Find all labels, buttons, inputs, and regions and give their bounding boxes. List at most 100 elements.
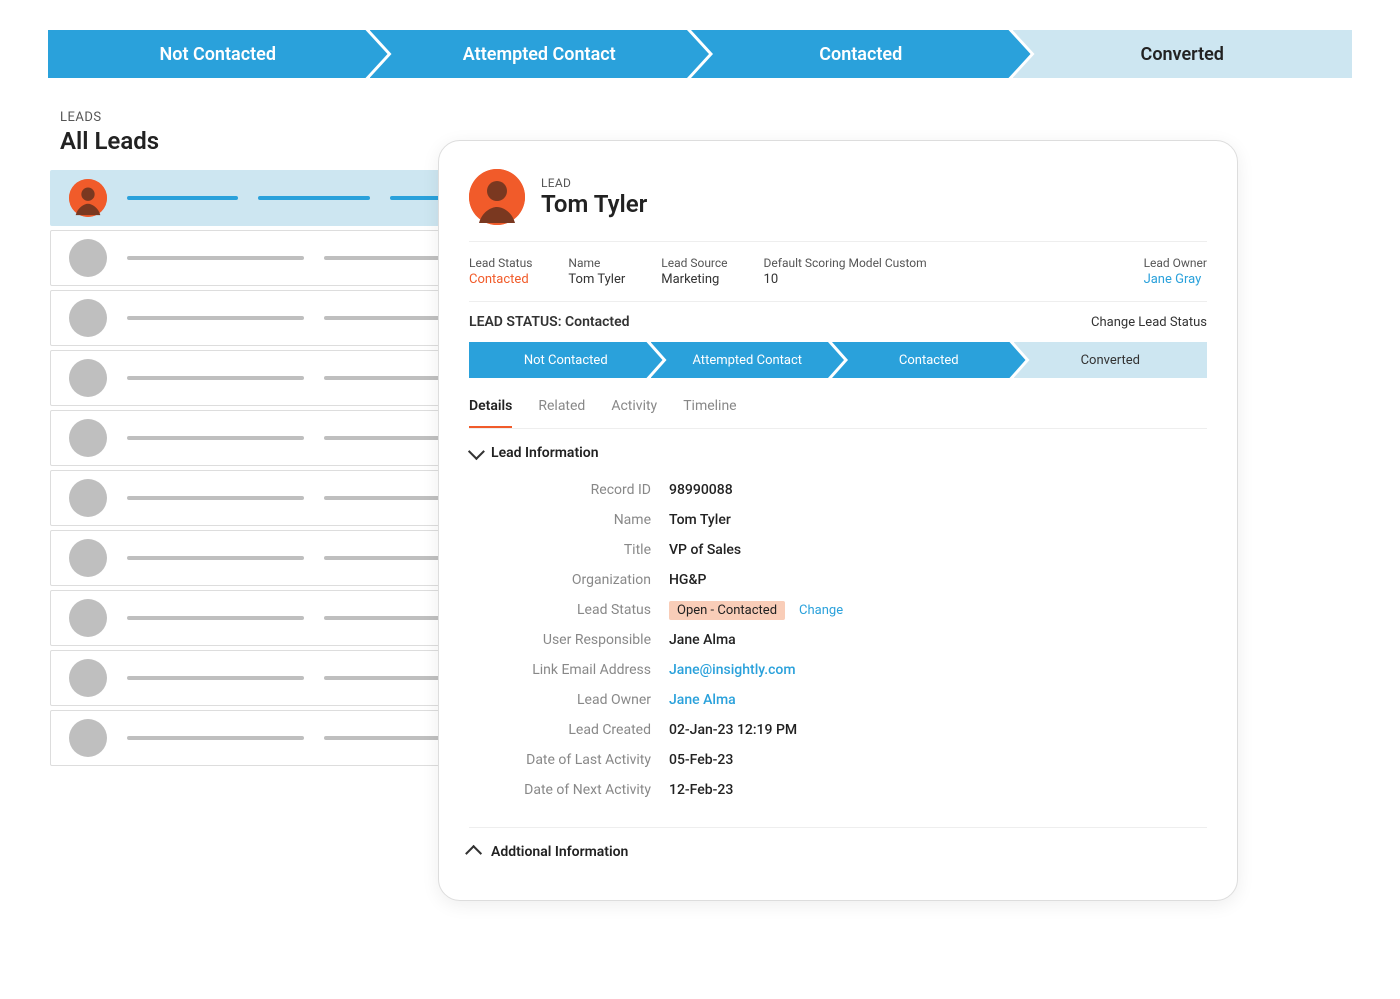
info-lead-owner: Lead Owner Jane Alma: [469, 685, 1207, 715]
info-label: Record ID: [469, 482, 669, 498]
leads-header: LEADS All Leads: [60, 110, 159, 155]
section-title: Addtional Information: [491, 844, 628, 860]
summary-value: 10: [764, 272, 927, 287]
chevron-down-icon: [468, 443, 485, 460]
info-title: Title VP of Sales: [469, 535, 1207, 565]
info-value: VP of Sales: [669, 542, 741, 558]
info-label: Link Email Address: [469, 662, 669, 678]
card-header: LEAD Tom Tyler: [469, 169, 1207, 242]
mini-stage-contacted[interactable]: Contacted: [832, 342, 1026, 378]
info-value: 12-Feb-23: [669, 782, 733, 798]
summary-lead-owner: Lead Owner Jane Gray: [1144, 256, 1207, 287]
info-label: Date of Next Activity: [469, 782, 669, 798]
skeleton-line: [127, 736, 304, 740]
leads-title: All Leads: [60, 127, 159, 155]
pipeline-stage-contacted[interactable]: Contacted: [691, 30, 1031, 78]
summary-value: Tom Tyler: [568, 272, 625, 287]
skeleton-line: [127, 316, 304, 320]
section-lead-information[interactable]: Lead Information: [469, 429, 1207, 471]
status-badge: Open - Contacted: [669, 601, 785, 620]
info-value: 02-Jan-23 12:19 PM: [669, 722, 797, 738]
avatar: [69, 479, 107, 517]
summary-value: Contacted: [469, 272, 532, 287]
info-value: 98990088: [669, 482, 733, 498]
avatar: [69, 359, 107, 397]
pipeline-top: Not Contacted Attempted Contact Contacte…: [48, 30, 1352, 78]
leads-eyebrow: LEADS: [60, 110, 159, 125]
summary-label: Lead Owner: [1144, 256, 1207, 270]
change-lead-status[interactable]: Change Lead Status: [1091, 315, 1207, 330]
summary-value: Marketing: [661, 272, 727, 287]
skeleton-line: [127, 616, 304, 620]
tab-activity[interactable]: Activity: [611, 386, 657, 428]
skeleton-line: [127, 256, 304, 260]
tabs: Details Related Activity Timeline: [469, 386, 1207, 429]
summary-lead-status: Lead Status Contacted: [469, 256, 532, 287]
info-lead-status: Lead Status Open - Contacted Change: [469, 595, 1207, 625]
info-value: Jane Alma: [669, 632, 736, 648]
info-name: Name Tom Tyler: [469, 505, 1207, 535]
chevron-up-icon: [465, 845, 482, 862]
avatar: [69, 719, 107, 757]
avatar: [69, 299, 107, 337]
summary-label: Lead Status: [469, 256, 532, 270]
skeleton-line: [127, 196, 238, 200]
info-value: 05-Feb-23: [669, 752, 733, 768]
info-label: Lead Status: [469, 602, 669, 618]
info-lead-created: Lead Created 02-Jan-23 12:19 PM: [469, 715, 1207, 745]
info-label: Date of Last Activity: [469, 752, 669, 768]
info-label: Lead Owner: [469, 692, 669, 708]
card-eyebrow: LEAD: [541, 176, 647, 190]
pipeline-stage-attempted-contact[interactable]: Attempted Contact: [370, 30, 710, 78]
info-label: Title: [469, 542, 669, 558]
info-label: Name: [469, 512, 669, 528]
skeleton-line: [258, 196, 369, 200]
info-organization: Organization HG&P: [469, 565, 1207, 595]
skeleton-line: [127, 496, 304, 500]
info-value-link[interactable]: Jane Alma: [669, 692, 736, 708]
avatar: [69, 419, 107, 457]
summary-row: Lead Status Contacted Name Tom Tyler Lea…: [469, 242, 1207, 302]
summary-label: Lead Source: [661, 256, 727, 270]
info-date-next-activity: Date of Next Activity 12-Feb-23: [469, 775, 1207, 805]
info-value: HG&P: [669, 572, 706, 588]
avatar: [69, 539, 107, 577]
info-label: Organization: [469, 572, 669, 588]
mini-stage-attempted-contact[interactable]: Attempted Contact: [651, 342, 845, 378]
pipeline-stage-not-contacted[interactable]: Not Contacted: [48, 30, 388, 78]
mini-pipeline: Not Contacted Attempted Contact Contacte…: [469, 342, 1207, 378]
section-additional-information[interactable]: Addtional Information: [469, 828, 1207, 870]
info-value: Tom Tyler: [669, 512, 731, 528]
skeleton-line: [127, 436, 304, 440]
mini-stage-converted[interactable]: Converted: [1014, 342, 1208, 378]
status-label: LEAD STATUS: Contacted: [469, 314, 630, 330]
lead-detail-card: LEAD Tom Tyler Lead Status Contacted Nam…: [438, 140, 1238, 901]
summary-label: Name: [568, 256, 625, 270]
avatar: [69, 599, 107, 637]
pipeline-stage-converted[interactable]: Converted: [1013, 30, 1353, 78]
info-date-last-activity: Date of Last Activity 05-Feb-23: [469, 745, 1207, 775]
info-link-email: Link Email Address Jane@insightly.com: [469, 655, 1207, 685]
summary-value-link[interactable]: Jane Gray: [1144, 272, 1207, 287]
tab-timeline[interactable]: Timeline: [683, 386, 736, 428]
skeleton-line: [127, 676, 304, 680]
info-label: User Responsible: [469, 632, 669, 648]
summary-lead-source: Lead Source Marketing: [661, 256, 727, 287]
info-record-id: Record ID 98990088: [469, 475, 1207, 505]
tab-related[interactable]: Related: [538, 386, 585, 428]
status-header: LEAD STATUS: Contacted Change Lead Statu…: [469, 302, 1207, 342]
info-label: Lead Created: [469, 722, 669, 738]
avatar: [69, 179, 107, 217]
avatar: [69, 239, 107, 277]
mini-stage-not-contacted[interactable]: Not Contacted: [469, 342, 663, 378]
info-user-responsible: User Responsible Jane Alma: [469, 625, 1207, 655]
summary-name: Name Tom Tyler: [568, 256, 625, 287]
lead-name: Tom Tyler: [541, 190, 647, 218]
avatar: [469, 169, 525, 225]
info-value-link[interactable]: Jane@insightly.com: [669, 662, 796, 678]
tab-details[interactable]: Details: [469, 386, 512, 428]
change-status-link[interactable]: Change: [799, 603, 843, 618]
skeleton-line: [127, 556, 304, 560]
section-title: Lead Information: [491, 445, 599, 461]
summary-scoring-model: Default Scoring Model Custom 10: [764, 256, 927, 287]
